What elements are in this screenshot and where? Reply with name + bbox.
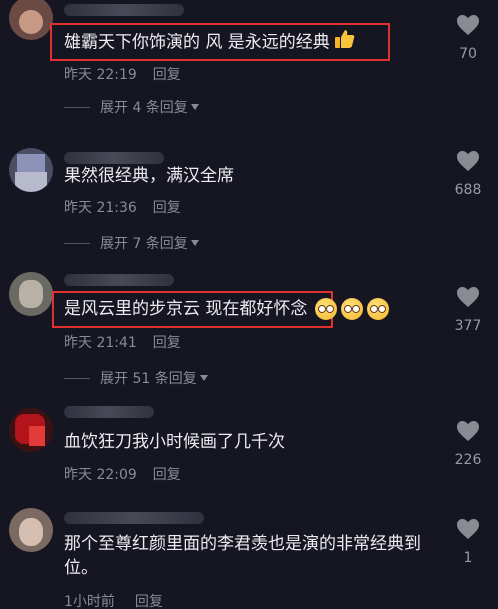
- like-button[interactable]: 377: [446, 286, 490, 334]
- timestamp: 昨天 21:36: [64, 200, 137, 216]
- timestamp: 1小时前: [64, 594, 115, 609]
- heart-icon: [457, 151, 479, 171]
- timestamp: 昨天 21:41: [64, 335, 137, 351]
- comment-meta: 昨天 22:09 回复: [64, 464, 181, 484]
- username-blurred: [64, 406, 154, 418]
- like-count: 226: [454, 452, 482, 468]
- expand-replies-button[interactable]: 展开 51 条回复: [64, 368, 208, 388]
- caret-down-icon: [199, 375, 208, 381]
- expand-replies-button[interactable]: 展开 4 条回复: [64, 97, 199, 117]
- heart-icon: [457, 519, 479, 539]
- heart-icon: [457, 287, 479, 307]
- expand-replies-button[interactable]: 展开 7 条回复: [64, 233, 199, 253]
- username-blurred: [64, 274, 174, 286]
- like-button[interactable]: 1: [446, 518, 490, 566]
- reply-button[interactable]: 回复: [153, 335, 181, 351]
- reply-button[interactable]: 回复: [153, 200, 181, 216]
- username-blurred: [64, 152, 164, 164]
- caret-down-icon: [190, 240, 199, 246]
- timestamp: 昨天 22:09: [64, 467, 137, 483]
- like-button[interactable]: 70: [446, 14, 490, 62]
- avatar[interactable]: [9, 0, 53, 40]
- like-count: 377: [454, 318, 482, 334]
- comment-text: 那个至尊红颜里面的李君羡也是演的非常经典到位。: [64, 534, 421, 578]
- reply-button[interactable]: 回复: [153, 467, 181, 483]
- avatar[interactable]: [9, 272, 53, 316]
- reply-button[interactable]: 回复: [135, 594, 163, 609]
- heart-icon: [457, 421, 479, 441]
- pleading-face-emoji-icon: [367, 298, 390, 320]
- comment-meta: 昨天 21:41 回复: [64, 332, 181, 352]
- comment-meta: 昨天 22:19 回复: [64, 64, 181, 84]
- pleading-face-emoji-icon: [341, 298, 364, 320]
- thumbs-up-emoji-icon: [334, 29, 356, 56]
- avatar[interactable]: [9, 408, 53, 452]
- like-button[interactable]: 688: [446, 150, 490, 198]
- comment-text: 雄霸天下你饰演的 风 是永远的经典: [64, 29, 356, 56]
- comment-text: 血饮狂刀我小时候画了几千次: [64, 432, 285, 452]
- like-count: 70: [459, 46, 477, 62]
- comment-meta: 1小时前 回复: [64, 591, 163, 609]
- reply-button[interactable]: 回复: [153, 67, 181, 83]
- comment-meta: 昨天 21:36 回复: [64, 197, 181, 217]
- caret-down-icon: [190, 104, 199, 110]
- username-blurred: [64, 4, 184, 16]
- heart-icon: [457, 15, 479, 35]
- like-count: 1: [463, 550, 473, 566]
- like-count: 688: [454, 182, 482, 198]
- divider: [64, 242, 90, 244]
- comment-text: 是风云里的步京云 现在都好怀念: [64, 297, 390, 321]
- divider: [64, 377, 90, 379]
- divider: [64, 106, 90, 108]
- comment-text: 果然很经典，满汉全席: [64, 166, 234, 186]
- avatar[interactable]: [9, 148, 53, 192]
- avatar[interactable]: [9, 508, 53, 552]
- like-button[interactable]: 226: [446, 420, 490, 468]
- username-blurred: [64, 512, 204, 524]
- pleading-face-emoji-icon: [315, 298, 338, 320]
- timestamp: 昨天 22:19: [64, 67, 137, 83]
